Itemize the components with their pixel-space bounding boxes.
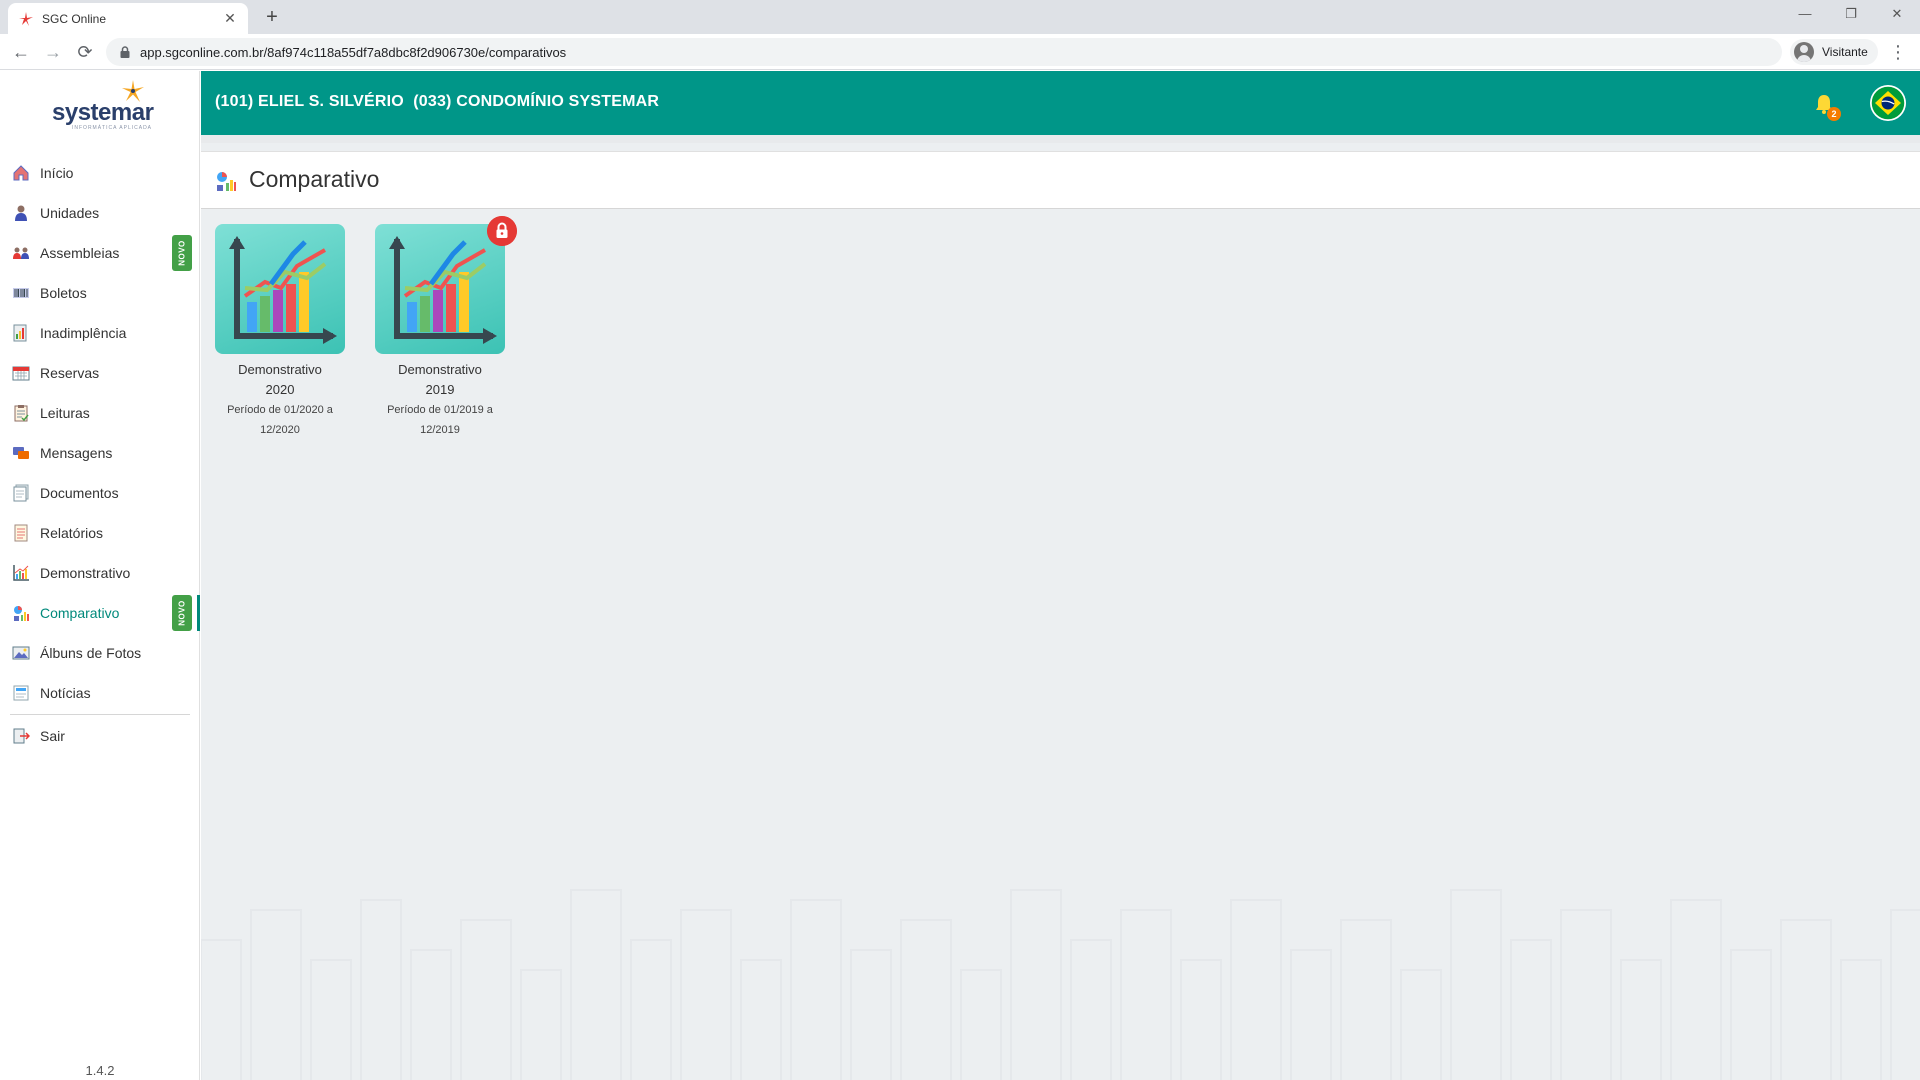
report-icon — [14, 524, 28, 542]
top-header-bar: (101) ELIEL S. SILVÉRIO (033) CONDOMÍNIO… — [201, 71, 1920, 135]
app-version: 1.4.2 — [85, 1063, 115, 1078]
sidebar-item-assembleias[interactable]: Assembleias NOVO — [0, 233, 200, 273]
profile-button[interactable]: Visitante — [1790, 39, 1878, 65]
report-card-2020[interactable]: Demonstrativo 2020 Período de 01/2020 a … — [215, 224, 345, 440]
window-controls: — ❐ ✕ — [1782, 0, 1920, 30]
logo-text: systemar — [52, 99, 154, 126]
card-period: Período de 01/2019 a 12/2019 — [387, 404, 493, 436]
report-card-list: Demonstrativo 2020 Período de 01/2020 a … — [215, 216, 535, 440]
sidebar-item-reservas[interactable]: Reservas — [0, 353, 200, 393]
debt-report-icon — [13, 324, 27, 342]
profile-label: Visitante — [1822, 45, 1868, 59]
sidebar-item-label: Unidades — [40, 205, 100, 221]
calendar-icon — [12, 366, 30, 381]
restore-button[interactable]: ❐ — [1828, 0, 1874, 30]
sidebar-item-label: Reservas — [40, 365, 100, 381]
sidebar-item-label: Notícias — [40, 685, 91, 701]
new-badge: NOVO — [172, 595, 192, 631]
lock-icon — [120, 46, 130, 58]
chat-icon — [13, 447, 29, 459]
sidebar-item-inicio[interactable]: Início — [0, 153, 200, 193]
browser-tab-strip: SGC Online ✕ + — ❐ ✕ — [0, 0, 1920, 34]
logout-icon — [13, 728, 30, 744]
logo-tagline: INFORMÁTICA APLICADA — [72, 125, 153, 131]
compare-chart-icon — [14, 606, 29, 621]
news-icon — [13, 685, 29, 701]
chart-icon — [13, 565, 29, 581]
city-skyline-background — [201, 889, 1920, 1080]
sidebar-item-label: Inadimplência — [40, 325, 127, 341]
tab-title: SGC Online — [42, 11, 107, 26]
photo-album-icon — [12, 646, 30, 660]
people-icon — [13, 247, 29, 259]
header-shadow-strip — [201, 135, 1920, 143]
sidebar-item-boletos[interactable]: Boletos — [0, 273, 200, 313]
sidebar-item-demonstrativo[interactable]: Demonstrativo — [0, 553, 200, 593]
sidebar-item-comparativo[interactable]: Comparativo NOVO — [0, 593, 200, 633]
menu-divider — [10, 714, 190, 715]
sidebar-item-inadimplencia[interactable]: Inadimplência — [0, 313, 200, 353]
page-title: Comparativo — [249, 166, 380, 192]
report-card-2019[interactable]: Demonstrativo 2019 Período de 01/2019 a … — [375, 216, 517, 440]
new-badge-text: NOVO — [177, 240, 187, 266]
browser-tab[interactable]: SGC Online ✕ — [8, 3, 248, 34]
home-icon — [13, 165, 29, 181]
brazil-flag-icon[interactable] — [1870, 85, 1906, 121]
card-title: Demonstrativo 2020 — [238, 362, 322, 397]
sidebar-item-label: Início — [40, 165, 74, 181]
compare-chart-icon — [217, 172, 236, 191]
sidebar-item-label: Leituras — [40, 405, 90, 421]
card-title: Demonstrativo 2019 — [398, 362, 482, 397]
sidebar-item-noticias[interactable]: Notícias — [0, 673, 200, 713]
back-button[interactable]: ← — [8, 39, 34, 65]
sidebar-item-relatorios[interactable]: Relatórios — [0, 513, 200, 553]
sidebar-item-label: Demonstrativo — [40, 565, 131, 581]
close-window-button[interactable]: ✕ — [1874, 0, 1920, 30]
address-bar[interactable]: app.sgconline.com.br/8af974c118a55df7a8d… — [106, 38, 1782, 66]
reload-button[interactable]: ⟳ — [72, 39, 98, 65]
sidebar-item-label: Álbuns de Fotos — [40, 645, 142, 661]
sidebar-item-unidades[interactable]: Unidades — [0, 193, 200, 233]
sidebar-item-label: Comparativo — [40, 605, 120, 621]
new-tab-button[interactable]: + — [260, 6, 284, 30]
notification-count-badge: 2 — [1827, 107, 1841, 121]
sidebar-item-sair[interactable]: Sair — [0, 716, 200, 756]
sidebar-item-label: Relatórios — [40, 525, 104, 541]
barcode-icon — [13, 288, 29, 298]
sidebar-menu: Início Unidades Assembleias NOVO Boletos… — [0, 153, 200, 756]
sidebar-item-label: Documentos — [40, 485, 119, 501]
sidebar-item-label: Mensagens — [40, 445, 113, 461]
sgc-favicon-icon — [19, 11, 33, 26]
growth-chart-thumbnail — [215, 224, 345, 354]
browser-menu-icon[interactable]: ⋮ — [1888, 39, 1908, 65]
person-icon — [15, 205, 27, 221]
growth-chart-icon — [389, 236, 497, 344]
url-text: app.sgconline.com.br/8af974c118a55df7a8d… — [140, 44, 567, 60]
new-badge-text: NOVO — [177, 600, 187, 626]
growth-chart-thumbnail — [375, 224, 505, 354]
sidebar-item-documentos[interactable]: Documentos — [0, 473, 200, 513]
forward-button[interactable]: → — [40, 39, 66, 65]
new-badge: NOVO — [172, 235, 192, 271]
unit-condominium-title: (101) ELIEL S. SILVÉRIO (033) CONDOMÍNIO… — [215, 93, 660, 110]
page-header: Comparativo — [201, 151, 1920, 209]
main-content: (101) ELIEL S. SILVÉRIO (033) CONDOMÍNIO… — [201, 71, 1920, 1080]
sidebar-item-mensagens[interactable]: Mensagens — [0, 433, 200, 473]
growth-chart-icon — [229, 236, 337, 344]
sidebar-item-label: Boletos — [40, 285, 87, 301]
minimize-button[interactable]: — — [1782, 0, 1828, 30]
systemar-logo[interactable]: systemar INFORMÁTICA APLICADA — [50, 79, 160, 131]
card-period: Período de 01/2020 a 12/2020 — [227, 404, 333, 436]
documents-icon — [13, 484, 29, 502]
sidebar-item-label: Assembleias — [40, 245, 120, 261]
tab-close-icon[interactable]: ✕ — [222, 10, 238, 27]
sidebar-item-albuns-de-fotos[interactable]: Álbuns de Fotos — [0, 633, 200, 673]
sidebar: systemar INFORMÁTICA APLICADA Início Uni… — [0, 71, 200, 1080]
sidebar-item-label: Sair — [40, 728, 65, 744]
avatar-icon — [1794, 42, 1814, 62]
sidebar-item-leituras[interactable]: Leituras — [0, 393, 200, 433]
browser-toolbar: ← → ⟳ app.sgconline.com.br/8af974c118a55… — [0, 34, 1920, 70]
clipboard-icon — [14, 405, 29, 422]
lock-icon — [487, 216, 517, 246]
